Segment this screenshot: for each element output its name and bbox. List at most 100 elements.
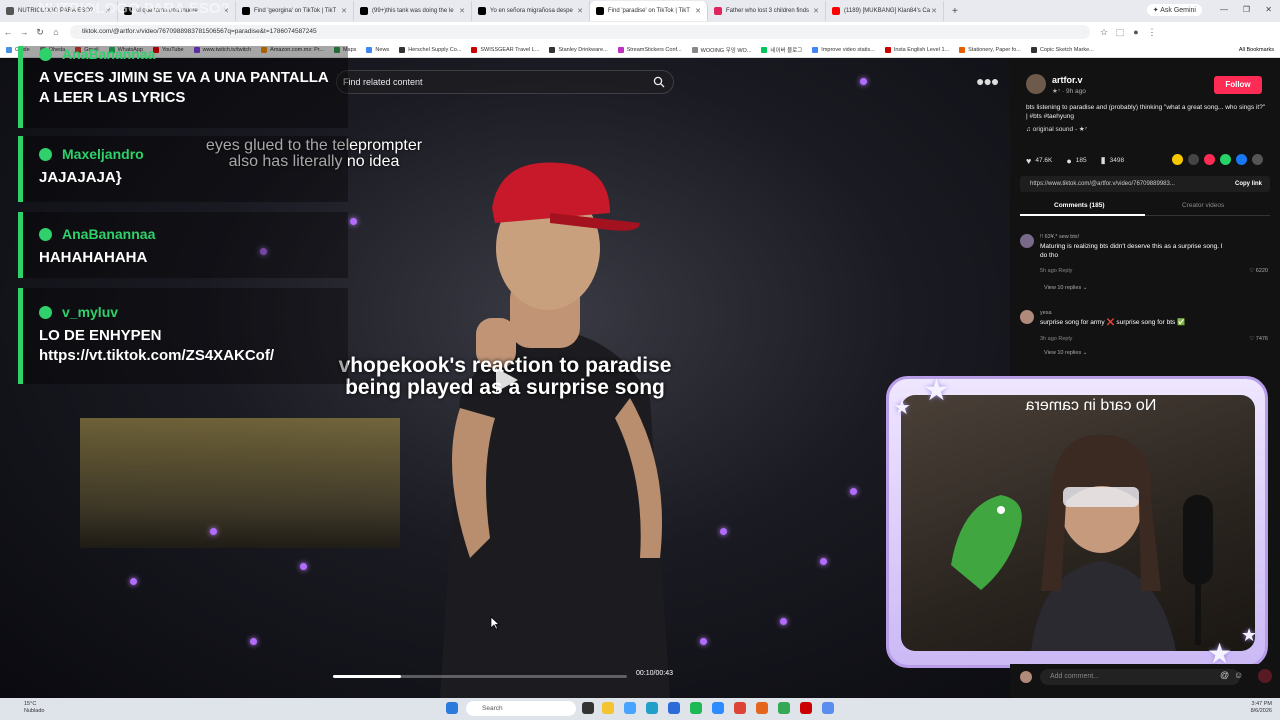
commenter-name[interactable]: !! 63¥,* sew bts!	[1040, 234, 1079, 240]
author-subtitle: ★⁷ · 9h ago	[1052, 88, 1086, 95]
chat-message: Maxeljandro JAJAJAJA}	[18, 136, 348, 202]
author-name[interactable]: artfor.v	[1052, 75, 1083, 85]
video-progress-bar[interactable]	[333, 675, 627, 678]
close-icon[interactable]: ✕	[813, 7, 819, 15]
send-icon[interactable]	[1204, 154, 1215, 165]
forward-icon[interactable]: →	[16, 27, 32, 37]
bookmark-item[interactable]: SWISSGEAR Travel L...	[471, 46, 539, 53]
bookmark-favicon	[366, 46, 373, 53]
browser-tab[interactable]: Yo en señora migrañosa despe ✕	[472, 1, 590, 21]
zoom-icon[interactable]	[712, 702, 724, 714]
follow-button[interactable]: Follow	[1214, 76, 1262, 94]
gemini-icon: ✦	[1152, 7, 1159, 14]
whatsapp-icon[interactable]	[1220, 154, 1231, 165]
commenter-avatar[interactable]	[1020, 310, 1034, 324]
close-icon[interactable]: ✕	[577, 7, 583, 15]
chrome-profile-icon[interactable]	[778, 702, 790, 714]
related-search-input[interactable]: Find related content	[336, 70, 674, 94]
bookmark-item[interactable]: Herschel Supply Co...	[399, 46, 461, 53]
bookmark-star-icon[interactable]: ☆	[1096, 27, 1112, 38]
store-icon[interactable]	[668, 702, 680, 714]
commenter-name[interactable]: yesa	[1040, 310, 1052, 316]
close-icon[interactable]: ✕	[931, 7, 937, 15]
bookmark-item[interactable]: News	[366, 46, 389, 53]
share-link-field[interactable]: https://www.tiktok.com/@artfor.v/video/7…	[1020, 176, 1270, 192]
file-explorer-icon[interactable]	[602, 702, 614, 714]
browser-tab[interactable]: (1189) [MUKBANG] Klan84's Ca ✕	[826, 1, 944, 21]
play-icon[interactable]	[494, 366, 520, 394]
app-icon[interactable]	[800, 702, 812, 714]
browser-tab[interactable]: Find 'georgina' on TikTok | TikT ✕	[236, 1, 354, 21]
app-icon[interactable]	[756, 702, 768, 714]
comment-meta[interactable]: 5h ago Reply	[1040, 268, 1072, 274]
bookmark-item[interactable]: StreamStickers Conf...	[617, 46, 682, 53]
view-replies[interactable]: View 10 replies ⌄	[1044, 285, 1087, 291]
home-icon[interactable]: ⌂	[48, 27, 64, 37]
browser-tab[interactable]: Father who lost 3 children finds ✕	[708, 1, 826, 21]
lightstick-dot	[250, 638, 257, 645]
more-options-icon[interactable]: ●●●	[976, 73, 999, 89]
extensions-icon[interactable]: ⬚	[1112, 27, 1128, 38]
browser-tab-active[interactable]: Find 'paradise' on TikTok | TikT ✕	[590, 1, 708, 21]
sound-link[interactable]: ♫ original sound - ★⁷	[1026, 125, 1087, 133]
url-input[interactable]: tiktok.com/@artfor.v/video/7670988983781…	[70, 25, 1090, 39]
close-window-icon[interactable]: ✕	[1265, 5, 1272, 14]
new-tab-icon[interactable]: +	[952, 6, 958, 17]
active-tab-indicator	[1020, 214, 1145, 216]
profile-avatar[interactable]: ●	[1128, 27, 1144, 37]
app-icon[interactable]	[822, 702, 834, 714]
spotify-icon[interactable]	[690, 702, 702, 714]
minimize-icon[interactable]: —	[1220, 5, 1228, 14]
edge-icon[interactable]	[646, 702, 658, 714]
emoji-icon[interactable]: ☺	[1234, 670, 1243, 680]
bookmark-favicon	[549, 46, 556, 53]
bookmark-item[interactable]: Copic Sketch Marke...	[1030, 46, 1094, 53]
all-bookmarks[interactable]: All Bookmarks	[1239, 47, 1274, 53]
browser-tab[interactable]: (99+)this tank was doing the le ✕	[354, 1, 472, 21]
embed-icon[interactable]	[1188, 154, 1199, 165]
comment-like[interactable]: ♡ 7476	[1249, 336, 1268, 342]
comment-like[interactable]: ♡ 6220	[1249, 268, 1268, 274]
save-button[interactable]: ▮ 3498	[1101, 155, 1124, 166]
copy-link-button[interactable]: Copy link	[1235, 176, 1262, 192]
chrome-icon[interactable]	[734, 702, 746, 714]
windows-start-icon[interactable]	[446, 702, 458, 714]
emoji-share-icon[interactable]	[1172, 154, 1183, 165]
mention-icon[interactable]: @	[1220, 670, 1229, 680]
commenter-avatar[interactable]	[1020, 234, 1034, 248]
bookmark-item[interactable]: 네이버 블로그	[761, 46, 802, 54]
bookmark-item[interactable]: Stationery, Paper fo...	[959, 46, 1021, 53]
share-arrow-icon[interactable]	[1252, 154, 1263, 165]
system-clock[interactable]: 3:47 PM 8/6/2026	[1251, 701, 1272, 715]
close-icon[interactable]: ✕	[459, 7, 465, 15]
reload-icon[interactable]: ↻	[32, 27, 48, 38]
bookmark-item[interactable]: Insta English Level 1...	[884, 46, 949, 53]
taskbar-search[interactable]: Search	[466, 701, 576, 716]
chat-username: Maxeljandro	[39, 146, 348, 162]
post-arrow-icon[interactable]	[1258, 669, 1272, 683]
lightstick-dot	[300, 563, 307, 570]
back-icon[interactable]: ←	[0, 27, 16, 37]
ask-gemini-button[interactable]: ✦ Ask Gemini	[1146, 4, 1202, 16]
maximize-icon[interactable]: ❐	[1243, 5, 1250, 14]
add-comment-input[interactable]: Add comment...	[1040, 669, 1240, 685]
bookmark-item[interactable]: WOOING 우잉 WO...	[691, 46, 751, 54]
author-avatar[interactable]	[1026, 74, 1046, 94]
close-icon[interactable]: ✕	[341, 7, 347, 15]
task-view-icon[interactable]	[582, 702, 594, 714]
bookmark-item[interactable]: Improve video statis...	[812, 46, 875, 53]
menu-icon[interactable]: ⋮	[1144, 27, 1160, 38]
photos-icon[interactable]	[624, 702, 636, 714]
search-icon[interactable]	[653, 76, 665, 88]
chat-message: AnaBanannaa HAHAHAHAHA	[18, 212, 348, 278]
comment-button[interactable]: ● 185	[1066, 156, 1086, 166]
view-replies[interactable]: View 10 replies ⌄	[1044, 350, 1087, 356]
tab-comments[interactable]: Comments (185)	[1054, 202, 1105, 209]
weather-widget[interactable]: 15°C Nublado	[24, 701, 45, 715]
like-button[interactable]: ♥ 47.6K	[1026, 156, 1052, 166]
tab-creator-videos[interactable]: Creator videos	[1182, 202, 1224, 209]
facebook-icon[interactable]	[1236, 154, 1247, 165]
comment-meta[interactable]: 3h ago Reply	[1040, 336, 1072, 342]
close-icon[interactable]: ✕	[695, 7, 701, 15]
bookmark-item[interactable]: Stanley Drinkware...	[549, 46, 608, 53]
